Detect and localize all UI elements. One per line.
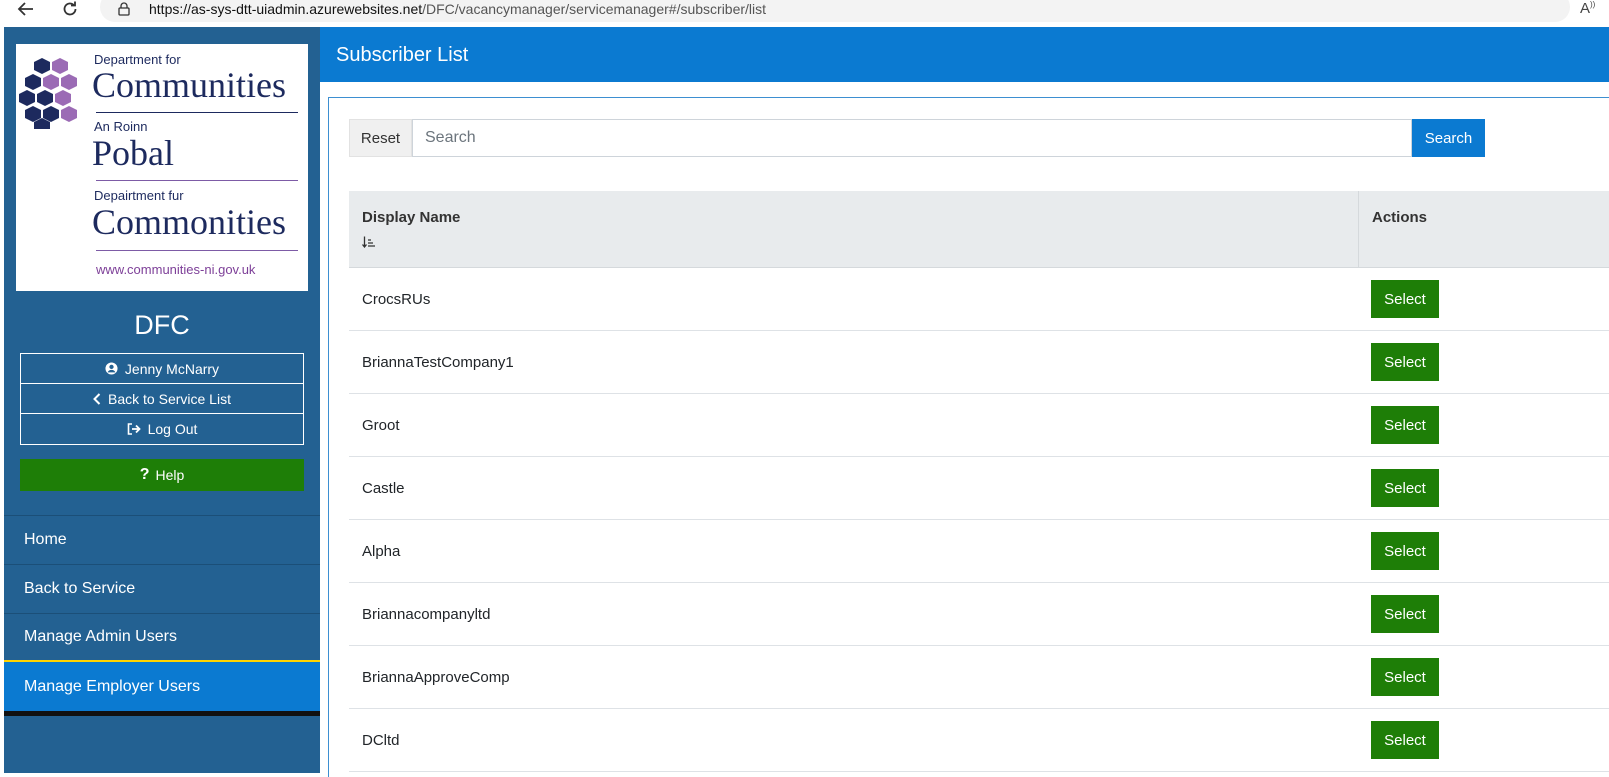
search-button[interactable]: Search bbox=[1412, 119, 1485, 157]
display-name-cell: BriannaApproveComp bbox=[362, 668, 510, 686]
actions-cell: Select bbox=[1359, 595, 1609, 633]
read-aloud-icon[interactable]: A)) bbox=[1580, 0, 1595, 17]
table-row: DCltd Select bbox=[349, 709, 1609, 772]
back-arrow-icon[interactable] bbox=[14, 0, 38, 20]
display-name-cell: Castle bbox=[362, 479, 405, 497]
table-row: Alpha Select bbox=[349, 520, 1609, 583]
help-button[interactable]: ? Help bbox=[20, 459, 304, 491]
menu-divider bbox=[4, 711, 320, 716]
log-out-label: Log Out bbox=[147, 421, 198, 437]
select-button[interactable]: Select bbox=[1371, 721, 1439, 759]
hexagon-logo-icon bbox=[19, 58, 77, 129]
select-button[interactable]: Select bbox=[1371, 469, 1439, 507]
url-domain: https://as-sys-dtt-uiadmin.azurewebsites… bbox=[149, 1, 423, 17]
logo-text-commonities: Commonities bbox=[92, 202, 287, 242]
select-button[interactable]: Select bbox=[1371, 658, 1439, 696]
org-name: DFC bbox=[134, 310, 190, 340]
table-row: Briannacompanyltd Select bbox=[349, 583, 1609, 646]
display-name-cell: Groot bbox=[362, 416, 400, 434]
table-row: Castle Select bbox=[349, 457, 1609, 520]
column-header-actions: Actions bbox=[1359, 191, 1609, 267]
column-header-display-name[interactable]: Display Name bbox=[349, 191, 1359, 267]
actions-cell: Select bbox=[1359, 280, 1609, 318]
subscriber-table: Display Name Actions CrocsRUs Select Brian… bbox=[349, 191, 1609, 772]
logo-url: www.communities-ni.gov.uk bbox=[96, 262, 256, 277]
sidebar-menu: Home Back to Service Manage Admin Users … bbox=[4, 515, 320, 716]
logo-text-pobal: Pobal bbox=[92, 133, 175, 173]
back-to-service-list-label: Back to Service List bbox=[108, 390, 231, 407]
lock-icon[interactable] bbox=[118, 2, 130, 16]
reset-button[interactable]: Reset bbox=[349, 119, 412, 157]
sidebar-item-manage-admin-users[interactable]: Manage Admin Users bbox=[4, 613, 320, 662]
table-row: BriannaTestCompany1 Select bbox=[349, 331, 1609, 394]
sidebar-item-label: Manage Admin Users bbox=[24, 628, 177, 645]
question-icon: ? bbox=[139, 466, 150, 483]
actions-cell: Select bbox=[1359, 658, 1609, 696]
user-profile-link[interactable]: Jenny McNarry bbox=[21, 354, 303, 384]
display-name-cell: BriannaTestCompany1 bbox=[362, 353, 514, 371]
table-row: CrocsRUs Select bbox=[349, 268, 1609, 331]
actions-cell: Select bbox=[1359, 469, 1609, 507]
search-group: Reset Search bbox=[349, 119, 1485, 157]
select-button[interactable]: Select bbox=[1371, 532, 1439, 570]
select-button[interactable]: Select bbox=[1371, 406, 1439, 444]
user-panel: Jenny McNarry Back to Service List Log O… bbox=[20, 353, 304, 445]
table-body: CrocsRUs Select BriannaTestCompany1 Select G… bbox=[349, 268, 1609, 772]
display-name-cell: Alpha bbox=[362, 542, 401, 560]
select-button[interactable]: Select bbox=[1371, 280, 1439, 318]
log-out-link[interactable]: Log Out bbox=[21, 414, 303, 444]
sidebar-item-label: Back to Service bbox=[24, 580, 136, 597]
select-button[interactable]: Select bbox=[1371, 343, 1439, 381]
logo-divider bbox=[96, 180, 298, 181]
sidebar-item-manage-employer-users[interactable]: Manage Employer Users bbox=[4, 662, 320, 711]
sidebar-item-label: Home bbox=[24, 531, 67, 548]
page-title: Subscriber List bbox=[336, 44, 469, 66]
url-text[interactable]: https://as-sys-dtt-uiadmin.azurewebsites… bbox=[149, 1, 766, 17]
page-header: Subscriber List bbox=[320, 27, 1609, 82]
refresh-icon[interactable] bbox=[58, 0, 82, 20]
sidebar-item-label: Manage Employer Users bbox=[24, 677, 201, 695]
display-name-cell: CrocsRUs bbox=[362, 290, 431, 308]
user-circle-icon bbox=[105, 362, 118, 375]
logo-divider bbox=[96, 112, 298, 113]
sign-out-icon bbox=[127, 423, 141, 435]
actions-cell: Select bbox=[1359, 343, 1609, 381]
sidebar-item-home[interactable]: Home bbox=[4, 515, 320, 564]
table-row: BriannaApproveComp Select bbox=[349, 646, 1609, 709]
sidebar-item-back-to-service[interactable]: Back to Service bbox=[4, 564, 320, 613]
display-name-cell: Briannacompanyltd bbox=[362, 605, 491, 623]
sort-ascending-icon[interactable] bbox=[362, 236, 376, 248]
chevron-left-icon bbox=[93, 392, 101, 405]
browser-bar: https://as-sys-dtt-uiadmin.azurewebsites… bbox=[0, 0, 1609, 22]
table-row: Groot Select bbox=[349, 394, 1609, 457]
actions-cell: Select bbox=[1359, 532, 1609, 570]
sidebar: Department for Communities An Roinn Poba… bbox=[4, 27, 320, 773]
column-header-label: Display Name bbox=[362, 209, 461, 226]
column-header-label: Actions bbox=[1372, 209, 1428, 226]
url-path: /DFC/vacancymanager/servicemanager#/subs… bbox=[422, 1, 767, 17]
display-name-cell: DCltd bbox=[362, 731, 400, 749]
department-logo: Department for Communities An Roinn Poba… bbox=[16, 44, 308, 291]
select-button[interactable]: Select bbox=[1371, 595, 1439, 633]
actions-cell: Select bbox=[1359, 721, 1609, 759]
search-input[interactable] bbox=[412, 119, 1412, 157]
help-label: Help bbox=[155, 467, 185, 483]
actions-cell: Select bbox=[1359, 406, 1609, 444]
table-header: Display Name Actions bbox=[349, 191, 1609, 268]
logo-text-communities: Communities bbox=[92, 65, 287, 105]
user-name: Jenny McNarry bbox=[124, 360, 220, 377]
logo-divider bbox=[96, 250, 298, 251]
back-to-service-list-link[interactable]: Back to Service List bbox=[21, 384, 303, 414]
